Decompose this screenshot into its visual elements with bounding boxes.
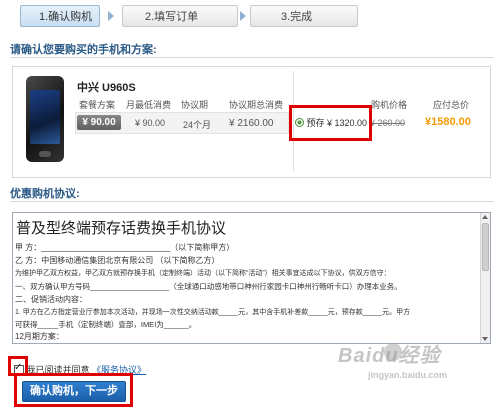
- step-2: 2.填写订单: [122, 5, 238, 27]
- agreement-line: 12月期方案：: [15, 332, 64, 341]
- agreement-title: 普及型终端预存话费换手机协议: [16, 219, 227, 237]
- col-header-total: 协议期总消费: [229, 100, 284, 110]
- col-header-term: 协议期: [181, 100, 209, 110]
- divider: [10, 201, 494, 202]
- agreement-line: 乙 方：中国移动通信集团北京有限公司 （以下简称乙方）: [15, 256, 220, 265]
- section-title-confirm: 请确认您要购买的手机和方案:: [10, 44, 157, 56]
- phone-image: [26, 76, 64, 162]
- step-arrow-icon: [108, 11, 114, 21]
- total-value: ¥ 2160.00: [229, 118, 274, 129]
- baidu-watermark: Baidu经验 jingyan.baidu.com: [338, 339, 488, 380]
- divider: [10, 57, 494, 58]
- step-arrow-icon: [240, 11, 246, 21]
- col-header-price: 购机价格: [371, 100, 408, 110]
- col-header-monthly: 月最低消费: [126, 100, 172, 110]
- agreement-scrollbar[interactable]: [480, 213, 490, 343]
- agreement-line: 一、双方确认甲方号码___________________（全球通口动感地带口神…: [15, 282, 402, 291]
- step-3-label: 3.完成: [281, 11, 313, 23]
- agreement-line: 可获得_____手机（定制终端）壹部，IMEI为______。: [15, 320, 197, 329]
- baidu-paw-icon: [384, 343, 402, 361]
- watermark-brand: Baidu经验: [338, 345, 441, 367]
- highlight-prestore-box: [289, 105, 372, 141]
- agreement-textarea[interactable]: 普及型终端预存话费换手机协议 甲 方：_____________________…: [12, 212, 491, 344]
- plan-price-badge[interactable]: ¥ 90.00: [77, 115, 121, 130]
- agreement-line: 1. 甲方在乙方指定营业厅参加本次活动，并现场一次性交纳活动款_____元，其中…: [15, 309, 411, 316]
- agreement-line: 为维护甲乙双方权益，甲乙双方就预存换手机（定制终端）活动（以下简称“活动”）相关…: [15, 270, 391, 277]
- product-name: 中兴 U960S: [77, 82, 136, 94]
- scrollbar-thumb[interactable]: [482, 223, 489, 271]
- watermark-url: jingyan.baidu.com: [368, 370, 448, 380]
- step-1: 1.确认购机: [20, 5, 100, 27]
- section-title-agreement: 优惠购机协议:: [10, 188, 80, 200]
- agreement-line: 甲 方：_____________________________（以下简称甲方…: [15, 243, 235, 252]
- device-price: ¥ 260.00: [370, 118, 406, 128]
- monthly-min-value: ¥ 90.00: [135, 118, 166, 128]
- total-due-value: ¥1580.00: [425, 116, 471, 128]
- scroll-up-icon[interactable]: [482, 215, 488, 219]
- col-header-total-due: 应付总价: [433, 100, 470, 110]
- col-header-plan: 套餐方案: [79, 100, 116, 110]
- step-3: 3.完成: [250, 5, 358, 27]
- highlight-submit-box: [14, 373, 133, 407]
- step-2-label: 2.填写订单: [145, 11, 199, 23]
- agreement-line: 二、促销活动内容：: [15, 295, 87, 304]
- term-value: 24个月: [183, 120, 212, 130]
- step-1-label: 1.确认购机: [39, 11, 93, 23]
- product-panel: 中兴 U960S 套餐方案 月最低消费 协议期 协议期总消费 ¥ 90.00 ¥…: [12, 66, 491, 178]
